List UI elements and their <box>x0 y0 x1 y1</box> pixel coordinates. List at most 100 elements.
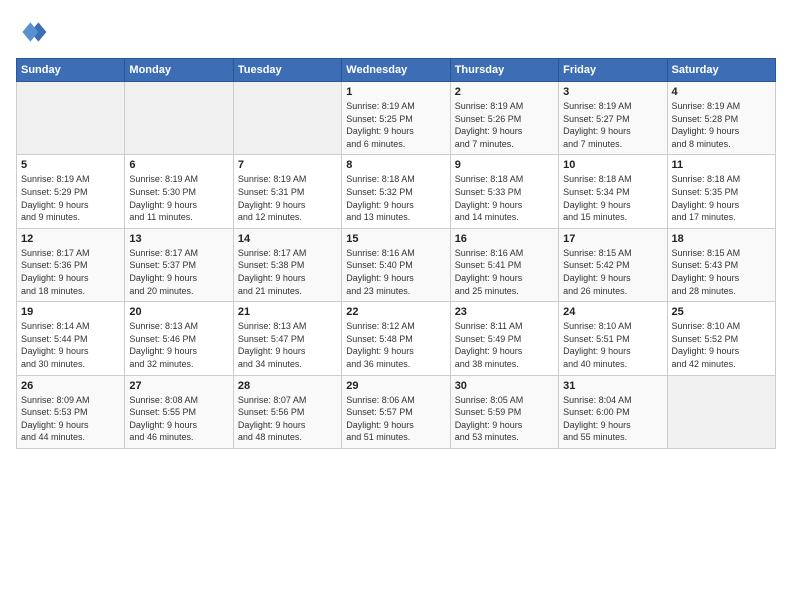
calendar-cell: 28 Sunrise: 8:07 AM Sunset: 5:56 PM Dayli… <box>233 375 341 448</box>
cell-day-number: 27 <box>129 380 228 392</box>
cell-day-number: 30 <box>455 380 554 392</box>
calendar-cell: 17Sunrise: 8:15 AM Sunset: 5:42 PM Dayli… <box>559 228 667 301</box>
cell-info: Sunrise: 8:19 AM Sunset: 5:31 PM Dayligh… <box>238 173 337 223</box>
cell-info: Sunrise: 8:13 AM Sunset: 5:47 PM Dayligh… <box>238 320 337 370</box>
cell-day-number: 9 <box>455 159 554 171</box>
cell-info: Sunrise: 8:18 AM Sunset: 5:33 PM Dayligh… <box>455 173 554 223</box>
day-header-tuesday: Tuesday <box>233 59 341 82</box>
calendar-cell: 22Sunrise: 8:12 AM Sunset: 5:48 PM Dayli… <box>342 302 450 375</box>
calendar-cell <box>233 82 341 155</box>
cell-info: Sunrise: 8:17 AM Sunset: 5:37 PM Dayligh… <box>129 247 228 297</box>
cell-info: Sunrise: 8:10 AM Sunset: 5:52 PM Dayligh… <box>672 320 771 370</box>
calendar-cell: 1 Sunrise: 8:19 AM Sunset: 5:25 PM Daylig… <box>342 82 450 155</box>
calendar-cell: 13 Sunrise: 8:17 AM Sunset: 5:37 PM Dayli… <box>125 228 233 301</box>
cell-day-number: 28 <box>238 380 337 392</box>
cell-info: Sunrise: 8:10 AM Sunset: 5:51 PM Dayligh… <box>563 320 662 370</box>
cell-info: Sunrise: 8:18 AM Sunset: 5:34 PM Dayligh… <box>563 173 662 223</box>
calendar-cell: 20 Sunrise: 8:13 AM Sunset: 5:46 PM Dayli… <box>125 302 233 375</box>
cell-info: Sunrise: 8:13 AM Sunset: 5:46 PM Dayligh… <box>129 320 228 370</box>
cell-day-number: 8 <box>346 159 445 171</box>
cell-day-number: 14 <box>238 233 337 245</box>
day-header-wednesday: Wednesday <box>342 59 450 82</box>
cell-info: Sunrise: 8:04 AM Sunset: 6:00 PM Dayligh… <box>563 394 662 444</box>
cell-day-number: 3 <box>563 86 662 98</box>
day-header-friday: Friday <box>559 59 667 82</box>
cell-info: Sunrise: 8:09 AM Sunset: 5:53 PM Dayligh… <box>21 394 120 444</box>
calendar-cell <box>125 82 233 155</box>
cell-info: Sunrise: 8:19 AM Sunset: 5:25 PM Dayligh… <box>346 100 445 150</box>
calendar-cell: 21Sunrise: 8:13 AM Sunset: 5:47 PM Dayli… <box>233 302 341 375</box>
calendar-cell <box>667 375 775 448</box>
calendar-cell: 8 Sunrise: 8:18 AM Sunset: 5:32 PM Daylig… <box>342 155 450 228</box>
cell-day-number: 13 <box>129 233 228 245</box>
cell-day-number: 1 <box>346 86 445 98</box>
calendar-cell: 16 Sunrise: 8:16 AM Sunset: 5:41 PM Dayli… <box>450 228 558 301</box>
cell-day-number: 7 <box>238 159 337 171</box>
calendar-cell: 12 Sunrise: 8:17 AM Sunset: 5:36 PM Dayli… <box>17 228 125 301</box>
cell-info: Sunrise: 8:14 AM Sunset: 5:44 PM Dayligh… <box>21 320 120 370</box>
cell-info: Sunrise: 8:19 AM Sunset: 5:30 PM Dayligh… <box>129 173 228 223</box>
calendar-cell: 7 Sunrise: 8:19 AM Sunset: 5:31 PM Daylig… <box>233 155 341 228</box>
calendar-cell: 2 Sunrise: 8:19 AM Sunset: 5:26 PM Daylig… <box>450 82 558 155</box>
calendar-cell: 4 Sunrise: 8:19 AM Sunset: 5:28 PM Daylig… <box>667 82 775 155</box>
calendar-cell: 11 Sunrise: 8:18 AM Sunset: 5:35 PM Dayli… <box>667 155 775 228</box>
week-row-5: 26Sunrise: 8:09 AM Sunset: 5:53 PM Dayli… <box>17 375 776 448</box>
logo-icon <box>16 16 48 48</box>
day-header-saturday: Saturday <box>667 59 775 82</box>
cell-day-number: 16 <box>455 233 554 245</box>
cell-day-number: 31 <box>563 380 662 392</box>
cell-day-number: 23 <box>455 306 554 318</box>
cell-info: Sunrise: 8:06 AM Sunset: 5:57 PM Dayligh… <box>346 394 445 444</box>
cell-day-number: 15 <box>346 233 445 245</box>
cell-info: Sunrise: 8:19 AM Sunset: 5:28 PM Dayligh… <box>672 100 771 150</box>
week-row-4: 19 Sunrise: 8:14 AM Sunset: 5:44 PM Dayli… <box>17 302 776 375</box>
cell-day-number: 22 <box>346 306 445 318</box>
cell-day-number: 12 <box>21 233 120 245</box>
calendar-cell: 31 Sunrise: 8:04 AM Sunset: 6:00 PM Dayli… <box>559 375 667 448</box>
cell-day-number: 20 <box>129 306 228 318</box>
calendar-cell: 23Sunrise: 8:11 AM Sunset: 5:49 PM Dayli… <box>450 302 558 375</box>
cell-day-number: 2 <box>455 86 554 98</box>
page: SundayMondayTuesdayWednesdayThursdayFrid… <box>0 0 792 612</box>
logo <box>16 16 52 48</box>
cell-day-number: 11 <box>672 159 771 171</box>
calendar-table: SundayMondayTuesdayWednesdayThursdayFrid… <box>16 58 776 449</box>
calendar-cell: 24Sunrise: 8:10 AM Sunset: 5:51 PM Dayli… <box>559 302 667 375</box>
calendar-cell <box>17 82 125 155</box>
cell-info: Sunrise: 8:16 AM Sunset: 5:41 PM Dayligh… <box>455 247 554 297</box>
day-header-monday: Monday <box>125 59 233 82</box>
cell-info: Sunrise: 8:16 AM Sunset: 5:40 PM Dayligh… <box>346 247 445 297</box>
calendar-cell: 26Sunrise: 8:09 AM Sunset: 5:53 PM Dayli… <box>17 375 125 448</box>
week-row-2: 5Sunrise: 8:19 AM Sunset: 5:29 PM Daylig… <box>17 155 776 228</box>
cell-info: Sunrise: 8:18 AM Sunset: 5:35 PM Dayligh… <box>672 173 771 223</box>
cell-info: Sunrise: 8:07 AM Sunset: 5:56 PM Dayligh… <box>238 394 337 444</box>
calendar-cell: 19 Sunrise: 8:14 AM Sunset: 5:44 PM Dayli… <box>17 302 125 375</box>
cell-day-number: 29 <box>346 380 445 392</box>
calendar-cell: 3 Sunrise: 8:19 AM Sunset: 5:27 PM Daylig… <box>559 82 667 155</box>
cell-day-number: 18 <box>672 233 771 245</box>
cell-info: Sunrise: 8:18 AM Sunset: 5:32 PM Dayligh… <box>346 173 445 223</box>
calendar-cell: 25 Sunrise: 8:10 AM Sunset: 5:52 PM Dayli… <box>667 302 775 375</box>
calendar-cell: 15 Sunrise: 8:16 AM Sunset: 5:40 PM Dayli… <box>342 228 450 301</box>
calendar-cell: 30 Sunrise: 8:05 AM Sunset: 5:59 PM Dayli… <box>450 375 558 448</box>
cell-day-number: 4 <box>672 86 771 98</box>
cell-day-number: 6 <box>129 159 228 171</box>
cell-info: Sunrise: 8:08 AM Sunset: 5:55 PM Dayligh… <box>129 394 228 444</box>
cell-day-number: 19 <box>21 306 120 318</box>
cell-info: Sunrise: 8:19 AM Sunset: 5:27 PM Dayligh… <box>563 100 662 150</box>
calendar-cell: 14 Sunrise: 8:17 AM Sunset: 5:38 PM Dayli… <box>233 228 341 301</box>
week-row-1: 1 Sunrise: 8:19 AM Sunset: 5:25 PM Daylig… <box>17 82 776 155</box>
cell-info: Sunrise: 8:19 AM Sunset: 5:29 PM Dayligh… <box>21 173 120 223</box>
cell-day-number: 25 <box>672 306 771 318</box>
day-header-sunday: Sunday <box>17 59 125 82</box>
calendar-cell: 18Sunrise: 8:15 AM Sunset: 5:43 PM Dayli… <box>667 228 775 301</box>
week-row-3: 12 Sunrise: 8:17 AM Sunset: 5:36 PM Dayli… <box>17 228 776 301</box>
day-header-thursday: Thursday <box>450 59 558 82</box>
cell-info: Sunrise: 8:05 AM Sunset: 5:59 PM Dayligh… <box>455 394 554 444</box>
header <box>16 16 776 48</box>
cell-day-number: 10 <box>563 159 662 171</box>
calendar-cell: 5Sunrise: 8:19 AM Sunset: 5:29 PM Daylig… <box>17 155 125 228</box>
cell-info: Sunrise: 8:17 AM Sunset: 5:36 PM Dayligh… <box>21 247 120 297</box>
cell-info: Sunrise: 8:17 AM Sunset: 5:38 PM Dayligh… <box>238 247 337 297</box>
cell-info: Sunrise: 8:19 AM Sunset: 5:26 PM Dayligh… <box>455 100 554 150</box>
